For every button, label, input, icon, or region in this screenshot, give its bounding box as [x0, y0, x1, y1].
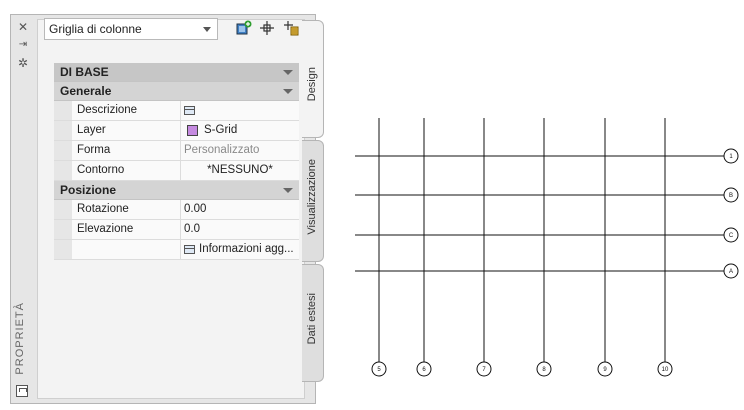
property-row-forma[interactable]: Forma Personalizzato: [54, 141, 299, 161]
add-style-icon[interactable]: [236, 20, 252, 36]
drawing-canvas[interactable]: 1 B C A 5 6 7 8 9 10: [330, 0, 744, 410]
object-type-value: Griglia di colonne: [49, 22, 142, 36]
grid-bubble-label: B: [729, 193, 733, 199]
property-key: Elevazione: [72, 220, 181, 239]
grid-bubble-label: C: [729, 233, 734, 239]
property-key: Layer: [72, 121, 181, 140]
grid-lines: [355, 118, 724, 362]
tab-design-label: Design: [306, 67, 318, 102]
tab-visualizzazione[interactable]: Visualizzazione: [302, 140, 324, 262]
property-value: 0.00: [184, 203, 207, 215]
close-icon[interactable]: ✕: [17, 21, 29, 33]
tab-dati-estesi[interactable]: Dati estesi: [302, 264, 324, 382]
palette-menu-icon[interactable]: [16, 385, 28, 397]
property-value: Personalizzato: [184, 144, 260, 156]
quick-select-icon[interactable]: [283, 20, 299, 36]
category-di-base[interactable]: DI BASE: [54, 63, 299, 82]
layer-color-swatch: [187, 125, 198, 136]
tab-visualizzazione-label: Visualizzazione: [306, 159, 318, 235]
property-grid: DI BASE Generale Descrizione Layer S-Gri…: [54, 63, 299, 260]
property-key: Forma: [72, 141, 181, 160]
property-value: S-Grid: [204, 124, 238, 136]
property-row-rotazione[interactable]: Rotazione 0.00: [54, 200, 299, 220]
grid-bubble-label: A: [729, 269, 733, 275]
tab-design[interactable]: Design: [302, 20, 324, 138]
collapse-icon[interactable]: [283, 89, 293, 94]
property-key: Rotazione: [72, 200, 181, 219]
property-row-elevazione[interactable]: Elevazione 0.0: [54, 220, 299, 240]
settings-icon[interactable]: ✲: [17, 57, 29, 69]
property-row-layer[interactable]: Layer S-Grid: [54, 121, 299, 141]
group-generale[interactable]: Generale: [54, 82, 299, 101]
table-icon: [184, 245, 195, 254]
pick-point-icon[interactable]: [259, 20, 275, 36]
group-posizione[interactable]: Posizione: [54, 181, 299, 200]
grid-bubble-label: 10: [662, 367, 669, 373]
property-key: Descrizione: [72, 101, 181, 120]
collapse-icon[interactable]: [283, 188, 293, 193]
collapse-icon[interactable]: [283, 70, 293, 75]
description-editor-icon[interactable]: [184, 106, 195, 115]
category-label: DI BASE: [60, 65, 109, 79]
group-label: Posizione: [60, 183, 117, 197]
property-value: *NESSUNO*: [207, 164, 273, 176]
palette-title-bar: ✕ ⇥ ✲ PROPRIETÀ: [11, 15, 35, 403]
property-row-contorno[interactable]: Contorno *NESSUNO*: [54, 161, 299, 181]
property-row-informazioni[interactable]: Informazioni agg...: [54, 240, 299, 260]
palette-title: PROPRIETÀ: [14, 302, 26, 375]
property-row-descrizione[interactable]: Descrizione: [54, 101, 299, 121]
property-key: [72, 240, 181, 259]
property-value: 0.0: [184, 223, 200, 235]
object-type-dropdown[interactable]: Griglia di colonne: [44, 18, 218, 40]
chevron-down-icon: [203, 27, 211, 32]
tab-dati-estesi-label: Dati estesi: [306, 293, 318, 345]
property-value[interactable]: Informazioni agg...: [199, 240, 294, 259]
group-label: Generale: [60, 84, 112, 98]
property-key: Contorno: [72, 161, 181, 180]
autohide-icon[interactable]: ⇥: [17, 39, 29, 51]
